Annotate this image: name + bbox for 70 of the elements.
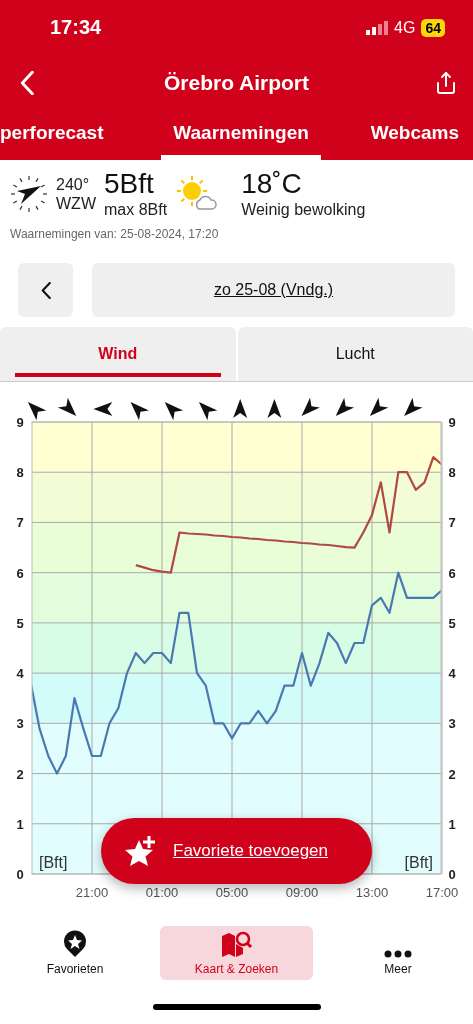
tab[interactable]: Waarnemingen [161,110,321,160]
axis-tick-label: 7 [448,515,456,531]
tab[interactable]: Webcams [370,110,473,160]
battery-level: 64 [421,18,445,37]
bottom-nav-item[interactable]: Meer [323,926,473,980]
axis-tick-label: 0 [448,867,456,882]
date-button[interactable]: zo 25-08 (Vndg.) [92,263,455,317]
compass-icon [10,174,48,213]
axis-tick-label: 21:00 [75,885,109,900]
axis-tick-label: 3 [448,716,456,732]
wind-arrow-icon [27,401,47,421]
temperature: 18˚C [241,168,303,200]
axis-tick-label: 7 [16,515,24,531]
weather-condition: Weinig bewolking [241,200,366,219]
axis-tick-label: 9 [448,415,456,430]
bottom-nav-item[interactable]: Favorieten [0,926,150,980]
axis-tick-label: 2 [448,766,456,782]
add-favorite-button[interactable]: Favoriete toevoegen [101,818,372,884]
axis-tick-label: 5 [448,615,456,631]
axis-tick-label: 01:00 [145,885,179,900]
axis-tick-label: 4 [16,666,24,682]
signal-icon [366,20,389,35]
axis-tick-label: 1 [16,816,24,832]
axis-unit-label: [Bft] [39,854,68,871]
axis-tick-label: 17:00 [425,885,459,900]
map-search-icon [220,930,253,958]
wind-arrow-icon [198,401,218,421]
wind-arrow-icon [93,402,113,416]
wind-arrow-icon [57,397,77,417]
wind-direction-name: WZW [56,193,96,213]
axis-tick-label: 09:00 [285,885,319,900]
bottom-nav-item[interactable]: Kaart & Zoeken [160,926,313,980]
axis-tick-label: 13:00 [355,885,389,900]
axis-tick-label: 2 [16,766,24,782]
chevron-left-icon [20,70,34,95]
segment-tab[interactable]: Lucht [237,327,473,381]
axis-tick-label: 05:00 [215,885,249,900]
page-title: Örebro Airport [163,70,310,95]
axis-tick-label: 6 [448,565,456,581]
axis-tick-label: 4 [448,666,456,682]
wind-arrow-icon [335,397,355,417]
axis-tick-label: 3 [16,716,24,732]
wind-arrow-icon [369,397,389,417]
wind-arrow-icon [233,399,248,418]
tab[interactable]: perforecast [0,110,112,160]
axis-tick-label: 1 [448,816,456,832]
wind-arrow-icon [301,397,320,417]
wind-direction-degrees: 240° [56,174,91,194]
wind-arrow-icon [130,401,149,421]
share-icon [434,70,458,95]
wind-arrow-icon [164,401,184,421]
wind-force: 5Bft [104,168,155,200]
network-type: 4G [394,18,416,37]
status-time: 17:34 [50,16,102,39]
segment-tab[interactable]: Wind [0,327,236,381]
sun-cloud-icon [175,175,220,212]
wind-arrow-icon [267,399,282,418]
axis-tick-label: 6 [16,565,24,581]
axis-tick-label: 9 [16,415,24,430]
axis-tick-label: 8 [448,465,456,481]
axis-unit-label: [Bft] [404,854,433,871]
star-pin-icon [63,930,87,958]
axis-tick-label: 0 [16,867,24,882]
more-icon [384,950,412,958]
wind-arrow-icon [404,397,423,417]
axis-tick-label: 5 [16,615,24,631]
observation-time: Waarnemingen van: 25-08-2024, 17:20 [9,226,220,241]
chevron-left-icon [40,281,51,299]
axis-tick-label: 8 [16,465,24,481]
wind-max: max 8Bft [104,200,168,219]
